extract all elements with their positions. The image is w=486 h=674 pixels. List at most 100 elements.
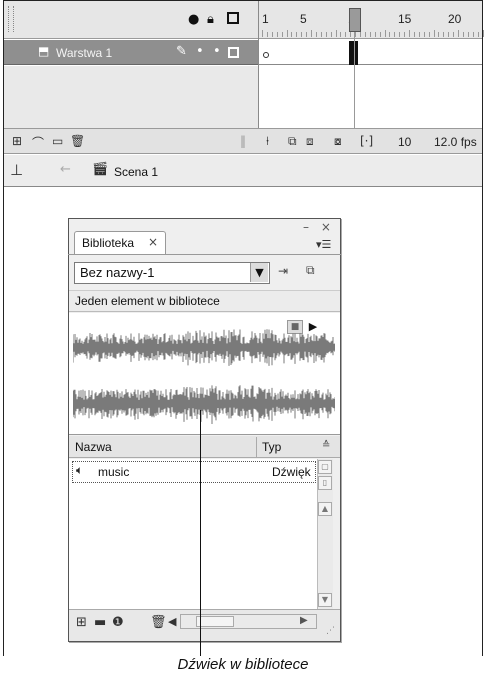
- scrollbar-thumb[interactable]: [196, 616, 234, 627]
- resize-grip-icon[interactable]: ⋰: [326, 626, 335, 636]
- scene-name[interactable]: Scena 1: [114, 165, 158, 179]
- chevron-down-icon[interactable]: ▼: [250, 263, 268, 282]
- tab-divider: [68, 254, 341, 255]
- scroll-grip[interactable]: ‖: [240, 134, 246, 148]
- scroll-down-button[interactable]: ▼: [318, 593, 332, 607]
- caption: Dźwiek w bibliotece: [177, 656, 309, 673]
- ruler-tick: [369, 32, 371, 37]
- empty-keyframe[interactable]: [263, 52, 269, 58]
- ruler-tick: [423, 32, 425, 37]
- ruler-tick: [374, 32, 376, 37]
- lock-dot[interactable]: •: [213, 44, 221, 59]
- motion-guide-icon[interactable]: ⌒: [32, 134, 44, 151]
- scroll-up-button[interactable]: ▲: [318, 502, 332, 516]
- scroll-right-icon[interactable]: ▶: [300, 615, 308, 626]
- ruler-tick: [394, 32, 396, 37]
- new-layer-icon[interactable]: ⊞: [12, 134, 22, 148]
- wide-view-button[interactable]: ▢: [318, 460, 332, 474]
- lock-icon[interactable]: 🔒︎: [207, 12, 214, 28]
- document-select-value: Bez nazwy-1: [80, 265, 155, 280]
- new-folder-icon[interactable]: ▭: [52, 134, 63, 148]
- column-header-type[interactable]: Typ: [262, 440, 281, 454]
- ruler-tick: [262, 30, 263, 37]
- ruler-tick: [355, 32, 357, 37]
- ruler-tick: [477, 32, 479, 37]
- onion-skin-icon[interactable]: ⧉: [288, 134, 297, 149]
- ruler-tick: [350, 32, 352, 37]
- waveform-left: [73, 329, 335, 366]
- ruler-tick: [325, 32, 327, 37]
- outline-toggle[interactable]: [228, 47, 239, 58]
- ruler-tick: [340, 32, 342, 37]
- ruler-tick: [482, 30, 484, 37]
- narrow-view-button[interactable]: ▯: [318, 476, 332, 490]
- column-divider[interactable]: [256, 437, 257, 457]
- ruler-tick: [379, 32, 381, 37]
- item-type: Dźwięk: [272, 465, 311, 479]
- ruler-tick: [271, 32, 273, 37]
- delete-icon[interactable]: 🗑︎: [150, 615, 167, 630]
- layers-empty-area: [4, 66, 258, 128]
- ruler-tick: [364, 32, 366, 37]
- ruler-tick: [462, 32, 464, 37]
- pin-icon[interactable]: ⇥: [278, 264, 288, 278]
- ruler-number: 15: [398, 12, 412, 26]
- ruler-tick: [276, 32, 278, 37]
- playhead[interactable]: [349, 8, 361, 32]
- layer-frames[interactable]: [259, 40, 482, 65]
- ruler-tick: [448, 32, 450, 37]
- ruler-tick: [418, 32, 420, 37]
- frames-empty-area: [259, 66, 482, 128]
- ruler-tick: [413, 32, 415, 37]
- ruler-tick: [384, 30, 386, 37]
- item-name: music: [98, 465, 130, 479]
- panel-menu-icon[interactable]: ▾☰: [316, 238, 331, 251]
- sound-icon: 🔈︎: [76, 463, 84, 477]
- outline-icon[interactable]: [227, 12, 239, 24]
- ruler-tick: [428, 32, 430, 37]
- visibility-dot[interactable]: •: [196, 44, 204, 59]
- waveform-right: [73, 385, 335, 424]
- scroll-left-icon[interactable]: ◀: [168, 615, 176, 628]
- ruler-tick: [335, 30, 337, 37]
- ruler-tick: [345, 32, 347, 37]
- ruler-tick: [281, 32, 283, 37]
- layer-name[interactable]: Warstwa 1: [56, 46, 112, 60]
- ruler-tick: [291, 32, 293, 37]
- ruler-tick: [453, 32, 455, 37]
- ruler-tick: [315, 32, 317, 37]
- ruler-tick: [266, 32, 268, 37]
- ruler-tick: [301, 32, 303, 37]
- ruler-tick: [311, 30, 312, 37]
- back-arrow-icon[interactable]: ←: [60, 162, 71, 177]
- ruler-tick: [443, 32, 445, 37]
- new-library-icon[interactable]: ⧉: [306, 263, 315, 278]
- layer-icon: ⬒: [38, 44, 50, 58]
- center-frame-icon[interactable]: ⍿: [266, 134, 269, 149]
- new-folder-icon[interactable]: ▬: [94, 615, 106, 630]
- column-header-name[interactable]: Nazwa: [75, 440, 112, 454]
- onion-outline-icon[interactable]: ⧈: [306, 134, 314, 149]
- eye-icon[interactable]: ●: [188, 12, 199, 28]
- edit-bar: [4, 155, 482, 187]
- onion-markers-icon[interactable]: [·]: [360, 134, 373, 148]
- frame-rate-value[interactable]: 12.0 fps: [434, 135, 477, 149]
- timeline-toggle-icon[interactable]: ⊥: [10, 161, 23, 179]
- pencil-icon: ✎: [176, 44, 187, 59]
- ruler-tick: [286, 30, 288, 37]
- panel-window-controls[interactable]: – ×: [303, 220, 335, 234]
- edit-multiple-icon[interactable]: ⧇: [334, 134, 342, 149]
- tab-close-icon[interactable]: ×: [148, 235, 158, 249]
- current-frame-value: 10: [398, 135, 412, 149]
- ruler-tick: [458, 30, 459, 37]
- ruler-tick: [472, 32, 474, 37]
- ruler-tick: [404, 32, 406, 37]
- panel-grip[interactable]: [8, 6, 14, 32]
- ruler-number: 1: [262, 12, 269, 26]
- trash-icon[interactable]: 🗑︎: [70, 134, 85, 148]
- ruler-tick: [438, 32, 440, 37]
- new-symbol-icon[interactable]: ⊞: [76, 615, 87, 630]
- ruler-tick: [409, 30, 410, 37]
- sort-icon[interactable]: ≙: [322, 440, 330, 451]
- properties-icon[interactable]: ❶: [112, 615, 124, 630]
